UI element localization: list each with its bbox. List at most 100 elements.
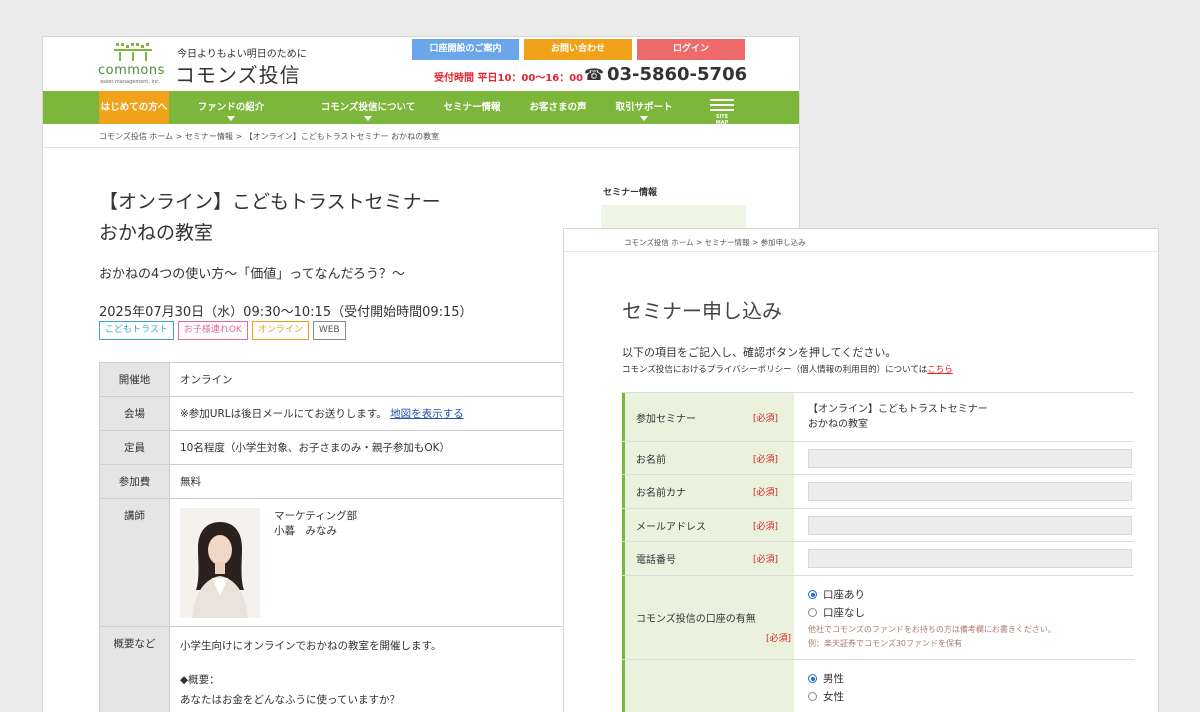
seminar-title: 【オンライン】こどもトラストセミナー おかねの教室 <box>99 187 441 249</box>
chevron-down-icon <box>640 116 648 121</box>
table-row: 参加費 無料 <box>99 464 619 499</box>
logo-subtext: asset management, inc. <box>100 79 161 85</box>
form-row-kana: お名前カナ [必須] <box>622 474 1134 508</box>
field-label: 性別 <box>622 660 794 712</box>
field-cell <box>794 442 1134 474</box>
commons-logo[interactable]: commons asset management, inc. <box>98 43 168 89</box>
account-opening-button[interactable]: 口座開設のご案内 <box>412 39 519 60</box>
table-row: 概要など 小学生向けにオンラインでおかねの教室を開催します。 ◆概要： あなたは… <box>99 626 619 712</box>
account-note: 他社でコモンズのファンドをお持ちの方は備考欄にお書きください。 <box>808 625 1056 634</box>
place-text: ※参加URLは後日メールにてお送りします。 <box>180 408 387 420</box>
radio-checked-icon[interactable] <box>808 590 817 599</box>
nav-item-support[interactable]: 取引サポート <box>613 91 675 124</box>
seminar-field-label: 参加セミナー <box>636 413 696 425</box>
fee-value: 無料 <box>169 464 619 499</box>
business-hours: 受付時間 平日10：00〜16：00 <box>434 73 584 84</box>
divider <box>564 251 1158 252</box>
name-field-label: お名前 <box>636 454 666 466</box>
tag-web: WEB <box>312 321 346 340</box>
logo-mark-icon <box>114 43 152 61</box>
field-cell <box>794 509 1134 541</box>
contact-button[interactable]: お問い合わせ <box>524 39 632 60</box>
email-input[interactable] <box>808 515 1132 535</box>
place-label: 会場 <box>99 396 170 431</box>
seminar-value-line1: 【オンライン】こどもトラストセミナー <box>808 404 988 415</box>
overview-line: 小学生向けにオンラインでおかねの教室を開催します。 <box>180 640 442 652</box>
logo-wordmark: commons <box>98 63 165 78</box>
form-row-phone: 電話番号 [必須] <box>622 541 1134 575</box>
kana-input[interactable] <box>808 482 1132 501</box>
required-badge: [必須] <box>752 454 778 465</box>
seminar-value-line2: おかねの教室 <box>808 419 868 430</box>
breadcrumb[interactable]: コモンズ投信 ホーム > セミナー情報 > 参加申し込み <box>624 237 806 248</box>
map-link[interactable]: 地図を表示する <box>390 408 464 420</box>
account-no-label: 口座なし <box>823 607 865 619</box>
table-row: 定員 10名程度（小学生対象、お子さまのみ・親子参加もOK） <box>99 430 619 465</box>
field-label: メールアドレス [必須] <box>622 509 794 541</box>
place-value: ※参加URLは後日メールにてお送りします。 地図を表示する <box>169 396 619 431</box>
required-badge: [必須] <box>752 555 778 565</box>
breadcrumb[interactable]: コモンズ投信 ホーム > セミナー情報 > 【オンライン】こどもトラストセミナー… <box>99 131 439 142</box>
account-example: 例：楽天証券でコモンズ30ファンドを保有 <box>808 639 963 648</box>
form-description: 以下の項目をご記入し、確認ボタンを押してください。 <box>622 346 897 359</box>
lecturer-portrait-icon <box>180 508 260 618</box>
login-button[interactable]: ログイン <box>637 39 745 60</box>
lecturer-dept: マーケティング部 <box>274 510 358 522</box>
nav-label: コモンズ投信について <box>320 102 416 113</box>
table-row: 開催地 オンライン <box>99 362 619 397</box>
privacy-link[interactable]: こちら <box>927 365 953 375</box>
field-cell <box>794 542 1134 575</box>
account-options: 口座あり 口座なし 他社でコモンズのファンドをお持ちの方は備考欄にお書きください… <box>794 576 1134 659</box>
gender-male-option[interactable]: 男性 <box>808 671 1134 686</box>
gender-options: 男性 女性 <box>794 660 1134 712</box>
field-cell <box>794 475 1134 508</box>
nav-item-voices[interactable]: お客さまの声 <box>527 91 589 124</box>
seminar-info-table: 開催地 オンライン 会場 ※参加URLは後日メールにてお送りします。 地図を表示… <box>99 362 619 712</box>
field-label: 電話番号 [必須] <box>622 542 794 575</box>
capacity-value: 10名程度（小学生対象、お子さまのみ・親子参加もOK） <box>169 430 619 465</box>
nav-label: 取引サポート <box>615 102 673 113</box>
overview-line: ◆概要： <box>180 674 220 686</box>
radio-unchecked-icon[interactable] <box>808 608 817 617</box>
nav-item-beginners[interactable]: はじめての方へ <box>99 91 169 124</box>
sitemap-button[interactable]: SITE MAP <box>709 96 735 126</box>
lecturer-value: マーケティング部 小暮 みなみ <box>169 498 619 627</box>
radio-unchecked-icon[interactable] <box>808 692 817 701</box>
menu-icon-bar <box>710 104 734 106</box>
lecturer-photo <box>180 508 260 618</box>
radio-checked-icon[interactable] <box>808 674 817 683</box>
application-form-page: コモンズ投信 ホーム > セミナー情報 > 参加申し込み セミナー申し込み 以下… <box>563 228 1159 712</box>
account-no-option[interactable]: 口座なし <box>808 605 1134 620</box>
table-row: 講師 マーケティング部 小暮 みなみ <box>99 498 619 627</box>
form-row-seminar: 参加セミナー [必須] 【オンライン】こどもトラストセミナー おかねの教室 <box>622 392 1134 441</box>
seminar-title-line1: 【オンライン】こどもトラストセミナー <box>99 191 441 213</box>
form-row-gender: 性別 男性 女性 <box>622 659 1134 712</box>
gender-male-label: 男性 <box>823 673 844 685</box>
table-row: 会場 ※参加URLは後日メールにてお送りします。 地図を表示する <box>99 396 619 431</box>
form-title: セミナー申し込み <box>622 299 782 323</box>
overview-label: 概要など <box>99 626 170 712</box>
chevron-down-icon <box>227 116 235 121</box>
field-label: お名前 [必須] <box>622 442 794 474</box>
phone-field-label: 電話番号 <box>636 555 676 566</box>
nav-label: ファンドの紹介 <box>197 102 265 113</box>
nav-item-funds[interactable]: ファンドの紹介 <box>191 91 271 124</box>
phone-input[interactable] <box>808 549 1132 568</box>
venue-value: オンライン <box>169 362 619 397</box>
nav-item-seminars[interactable]: セミナー情報 <box>441 91 503 124</box>
sidebar-heading: セミナー情報 <box>603 188 658 198</box>
brand-name: コモンズ投信 <box>175 63 301 87</box>
capacity-label: 定員 <box>99 430 170 465</box>
gender-female-option[interactable]: 女性 <box>808 689 1134 704</box>
menu-icon-bar <box>710 109 734 111</box>
menu-icon <box>710 99 734 101</box>
overview-line: あなたはお金をどんなふうに使っていますか？ <box>180 694 400 706</box>
phone-number-text: 03-5860-5706 <box>606 64 748 85</box>
tag-online: オンライン <box>251 321 309 340</box>
nav-label: はじめての方へ <box>100 102 168 113</box>
account-yes-option[interactable]: 口座あり <box>808 587 1134 602</box>
nav-item-about[interactable]: コモンズ投信について <box>313 91 423 124</box>
phone-number[interactable]: ☎ 03-5860-5706 <box>584 64 747 85</box>
required-badge: [必須] <box>752 488 778 498</box>
name-input[interactable] <box>808 448 1132 468</box>
